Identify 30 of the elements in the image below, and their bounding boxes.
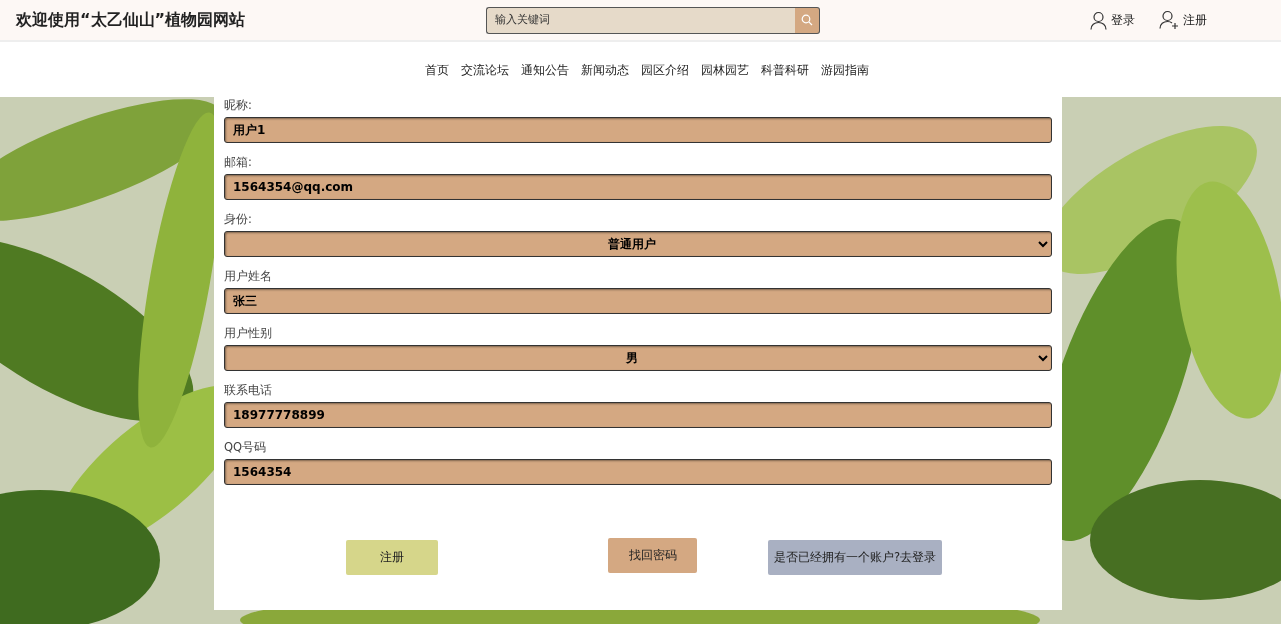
field-label: 用户性别 xyxy=(224,326,273,340)
field-label: 联系电话 xyxy=(224,383,273,397)
nav-link[interactable]: 园林园艺 xyxy=(701,60,749,79)
input-field[interactable]: 用户1 xyxy=(224,117,1052,143)
field-label: 昵称: xyxy=(224,98,253,112)
account-link[interactable]: 登录 xyxy=(1090,10,1135,30)
nav-link[interactable]: 首页 xyxy=(425,60,449,79)
nav-link[interactable]: 游园指南 xyxy=(821,60,869,79)
field-label: 身份: xyxy=(224,212,253,226)
nav-link[interactable]: 通知公告 xyxy=(521,60,569,79)
action-button[interactable]: 注册 xyxy=(346,540,438,575)
input-field[interactable]: 1564354 xyxy=(224,459,1052,485)
input-field[interactable]: 1564354@qq.com xyxy=(224,174,1052,200)
select-field[interactable]: 男 xyxy=(224,345,1052,371)
input-field[interactable]: 18977778899 xyxy=(224,402,1052,428)
field-label: 用户姓名 xyxy=(224,269,273,283)
nav-link[interactable]: 新闻动态 xyxy=(581,60,629,79)
user-icon xyxy=(1090,10,1107,30)
field-label: 邮箱: xyxy=(224,155,253,169)
account-link[interactable]: 注册 xyxy=(1159,10,1207,30)
select-field[interactable]: 普通用户 xyxy=(224,231,1052,257)
site-title: 欢迎使用“太乙仙山”植物园网站 xyxy=(16,9,246,31)
input-field[interactable]: 张三 xyxy=(224,288,1052,314)
nav-link[interactable]: 科普科研 xyxy=(761,60,809,79)
nav-link[interactable]: 交流论坛 xyxy=(461,60,509,79)
action-button[interactable]: 是否已经拥有一个账户?去登录 xyxy=(768,540,943,575)
field-label: QQ号码 xyxy=(224,440,268,454)
add-user-icon xyxy=(1159,10,1179,30)
action-button[interactable]: 找回密码 xyxy=(608,538,697,573)
nav-link[interactable]: 园区介绍 xyxy=(641,60,689,79)
